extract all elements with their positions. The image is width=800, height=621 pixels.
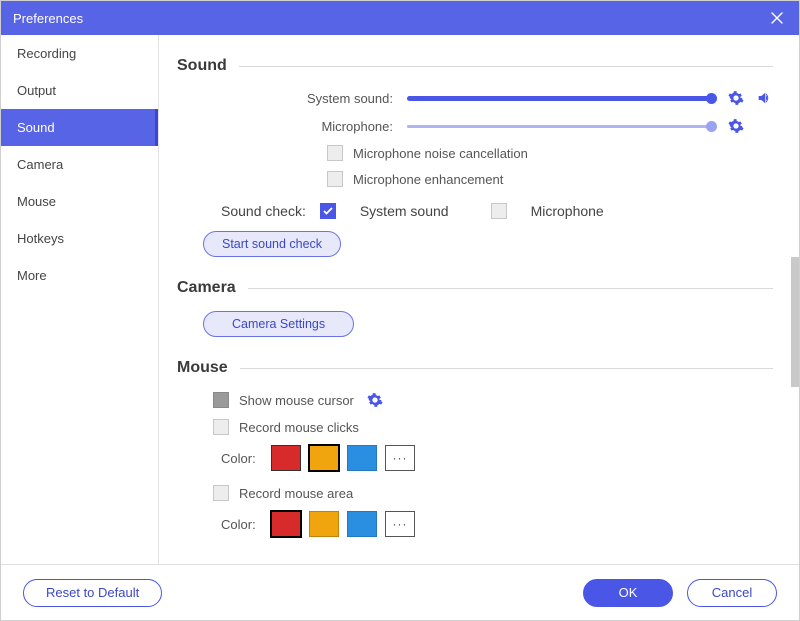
section-heading-camera: Camera	[177, 279, 773, 297]
ok-button[interactable]: OK	[583, 579, 673, 607]
record-area-checkbox[interactable]	[213, 485, 229, 501]
gear-icon[interactable]	[727, 117, 745, 135]
window-title: Preferences	[13, 11, 767, 26]
sidebar-item-label: Output	[17, 83, 56, 98]
soundcheck-mic-label: Microphone	[531, 203, 604, 219]
reset-to-default-button[interactable]: Reset to Default	[23, 579, 162, 607]
microphone-label: Microphone:	[177, 119, 407, 134]
speaker-icon[interactable]	[755, 89, 773, 107]
start-sound-check-button[interactable]: Start sound check	[203, 231, 341, 257]
noise-cancel-label: Microphone noise cancellation	[353, 146, 528, 161]
record-clicks-checkbox[interactable]	[213, 419, 229, 435]
color-swatch-blue[interactable]	[347, 445, 377, 471]
color-label: Color:	[221, 517, 253, 532]
camera-settings-button[interactable]: Camera Settings	[203, 311, 354, 337]
titlebar: Preferences	[1, 1, 799, 35]
sidebar-item-recording[interactable]: Recording	[1, 35, 158, 72]
sidebar-item-label: Hotkeys	[17, 231, 64, 246]
show-cursor-checkbox[interactable]	[213, 392, 229, 408]
record-area-label: Record mouse area	[239, 486, 353, 501]
enhancement-label: Microphone enhancement	[353, 172, 503, 187]
color-label: Color:	[221, 451, 253, 466]
microphone-slider[interactable]	[407, 119, 717, 133]
sidebar-item-output[interactable]: Output	[1, 72, 158, 109]
noise-cancel-checkbox[interactable]	[327, 145, 343, 161]
scrollbar[interactable]	[791, 35, 799, 564]
sidebar-item-label: Recording	[17, 46, 76, 61]
soundcheck-system-label: System sound	[360, 203, 449, 219]
system-sound-slider[interactable]	[407, 91, 717, 105]
sidebar-item-mouse[interactable]: Mouse	[1, 183, 158, 220]
sidebar-item-camera[interactable]: Camera	[1, 146, 158, 183]
sidebar-item-hotkeys[interactable]: Hotkeys	[1, 220, 158, 257]
divider	[239, 66, 773, 67]
sidebar-item-label: Mouse	[17, 194, 56, 209]
record-clicks-label: Record mouse clicks	[239, 420, 359, 435]
sidebar-item-more[interactable]: More	[1, 257, 158, 294]
show-cursor-label: Show mouse cursor	[239, 393, 354, 408]
system-sound-label: System sound:	[177, 91, 407, 106]
enhancement-checkbox[interactable]	[327, 171, 343, 187]
scrollbar-thumb[interactable]	[791, 257, 799, 387]
color-swatch-more[interactable]: ···	[385, 511, 415, 537]
divider	[248, 288, 773, 289]
soundcheck-mic-checkbox[interactable]	[491, 203, 507, 219]
gear-icon[interactable]	[727, 89, 745, 107]
section-heading-mouse: Mouse	[177, 359, 773, 377]
gear-icon[interactable]	[366, 391, 384, 409]
sidebar: Recording Output Sound Camera Mouse Hotk…	[1, 35, 159, 564]
sidebar-item-sound[interactable]: Sound	[1, 109, 158, 146]
sidebar-item-label: Sound	[17, 120, 55, 135]
color-swatch-red[interactable]	[271, 445, 301, 471]
sound-check-label: Sound check:	[221, 203, 306, 219]
color-swatch-blue[interactable]	[347, 511, 377, 537]
divider	[240, 368, 773, 369]
heading-text: Mouse	[177, 359, 228, 377]
section-heading-sound: Sound	[177, 57, 773, 75]
close-icon[interactable]	[767, 8, 787, 28]
content-panel: Sound System sound: Microphone:	[159, 35, 791, 564]
sidebar-item-label: More	[17, 268, 47, 283]
sidebar-item-label: Camera	[17, 157, 63, 172]
color-swatch-more[interactable]: ···	[385, 445, 415, 471]
footer: Reset to Default OK Cancel	[1, 564, 799, 620]
heading-text: Camera	[177, 279, 236, 297]
cancel-button[interactable]: Cancel	[687, 579, 777, 607]
color-swatch-red[interactable]	[271, 511, 301, 537]
heading-text: Sound	[177, 57, 227, 75]
color-swatch-orange[interactable]	[309, 445, 339, 471]
soundcheck-system-checkbox[interactable]	[320, 203, 336, 219]
color-swatch-orange[interactable]	[309, 511, 339, 537]
